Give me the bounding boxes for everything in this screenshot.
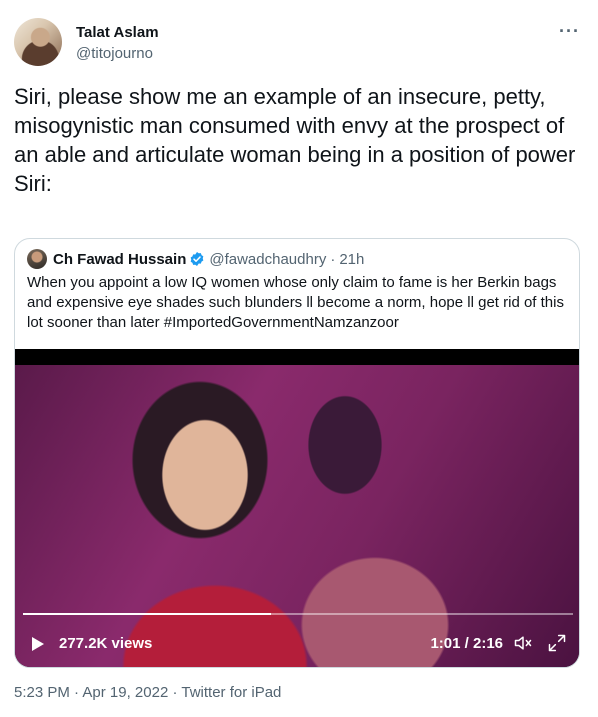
video-progress-bar[interactable] (23, 613, 573, 615)
author-avatar[interactable] (14, 18, 62, 66)
tweet-text: Siri, please show me an example of an in… (14, 84, 576, 196)
video-view-count: 277.2K views (59, 635, 153, 652)
tweet-header: Talat Aslam @titojourno ··· (14, 18, 584, 70)
author-name[interactable]: Talat Aslam (76, 24, 159, 41)
play-icon[interactable] (31, 636, 45, 652)
tweet-time[interactable]: 5:23 PM (14, 684, 70, 701)
tweet-source[interactable]: Twitter for iPad (181, 684, 281, 701)
quoted-author-name[interactable]: Ch Fawad Hussain (53, 251, 186, 268)
fullscreen-icon[interactable] (547, 633, 567, 653)
verified-badge-icon (191, 252, 204, 266)
author-handle[interactable]: @titojourno (76, 45, 153, 62)
footer-separator: · (168, 684, 182, 701)
quoted-author-handle[interactable]: @fawadchaudhry (209, 251, 326, 268)
volume-icon[interactable] (513, 633, 533, 653)
quoted-timestamp[interactable]: 21h (339, 251, 364, 268)
video-player[interactable]: 277.2K views 1:01 / 2:16 (15, 349, 579, 667)
video-progress-fill (23, 613, 271, 615)
quoted-tweet[interactable]: Ch Fawad Hussain @fawadchaudhry · 21h Wh… (14, 238, 580, 668)
video-time: 1:01 / 2:16 (430, 635, 503, 652)
footer-separator: · (69, 684, 83, 701)
separator-dot: · (330, 250, 336, 268)
video-frame[interactable] (15, 365, 579, 667)
quoted-tweet-text: When you appoint a low IQ women whose on… (27, 274, 564, 331)
quoted-author-avatar[interactable] (27, 249, 47, 269)
more-horizontal-icon[interactable]: ··· (559, 22, 580, 40)
tweet-date[interactable]: Apr 19, 2022 (82, 684, 168, 701)
tweet-footer: 5:23 PM · Apr 19, 2022 · Twitter for iPa… (14, 684, 281, 701)
quoted-tweet-header: Ch Fawad Hussain @fawadchaudhry · 21h (27, 249, 364, 269)
